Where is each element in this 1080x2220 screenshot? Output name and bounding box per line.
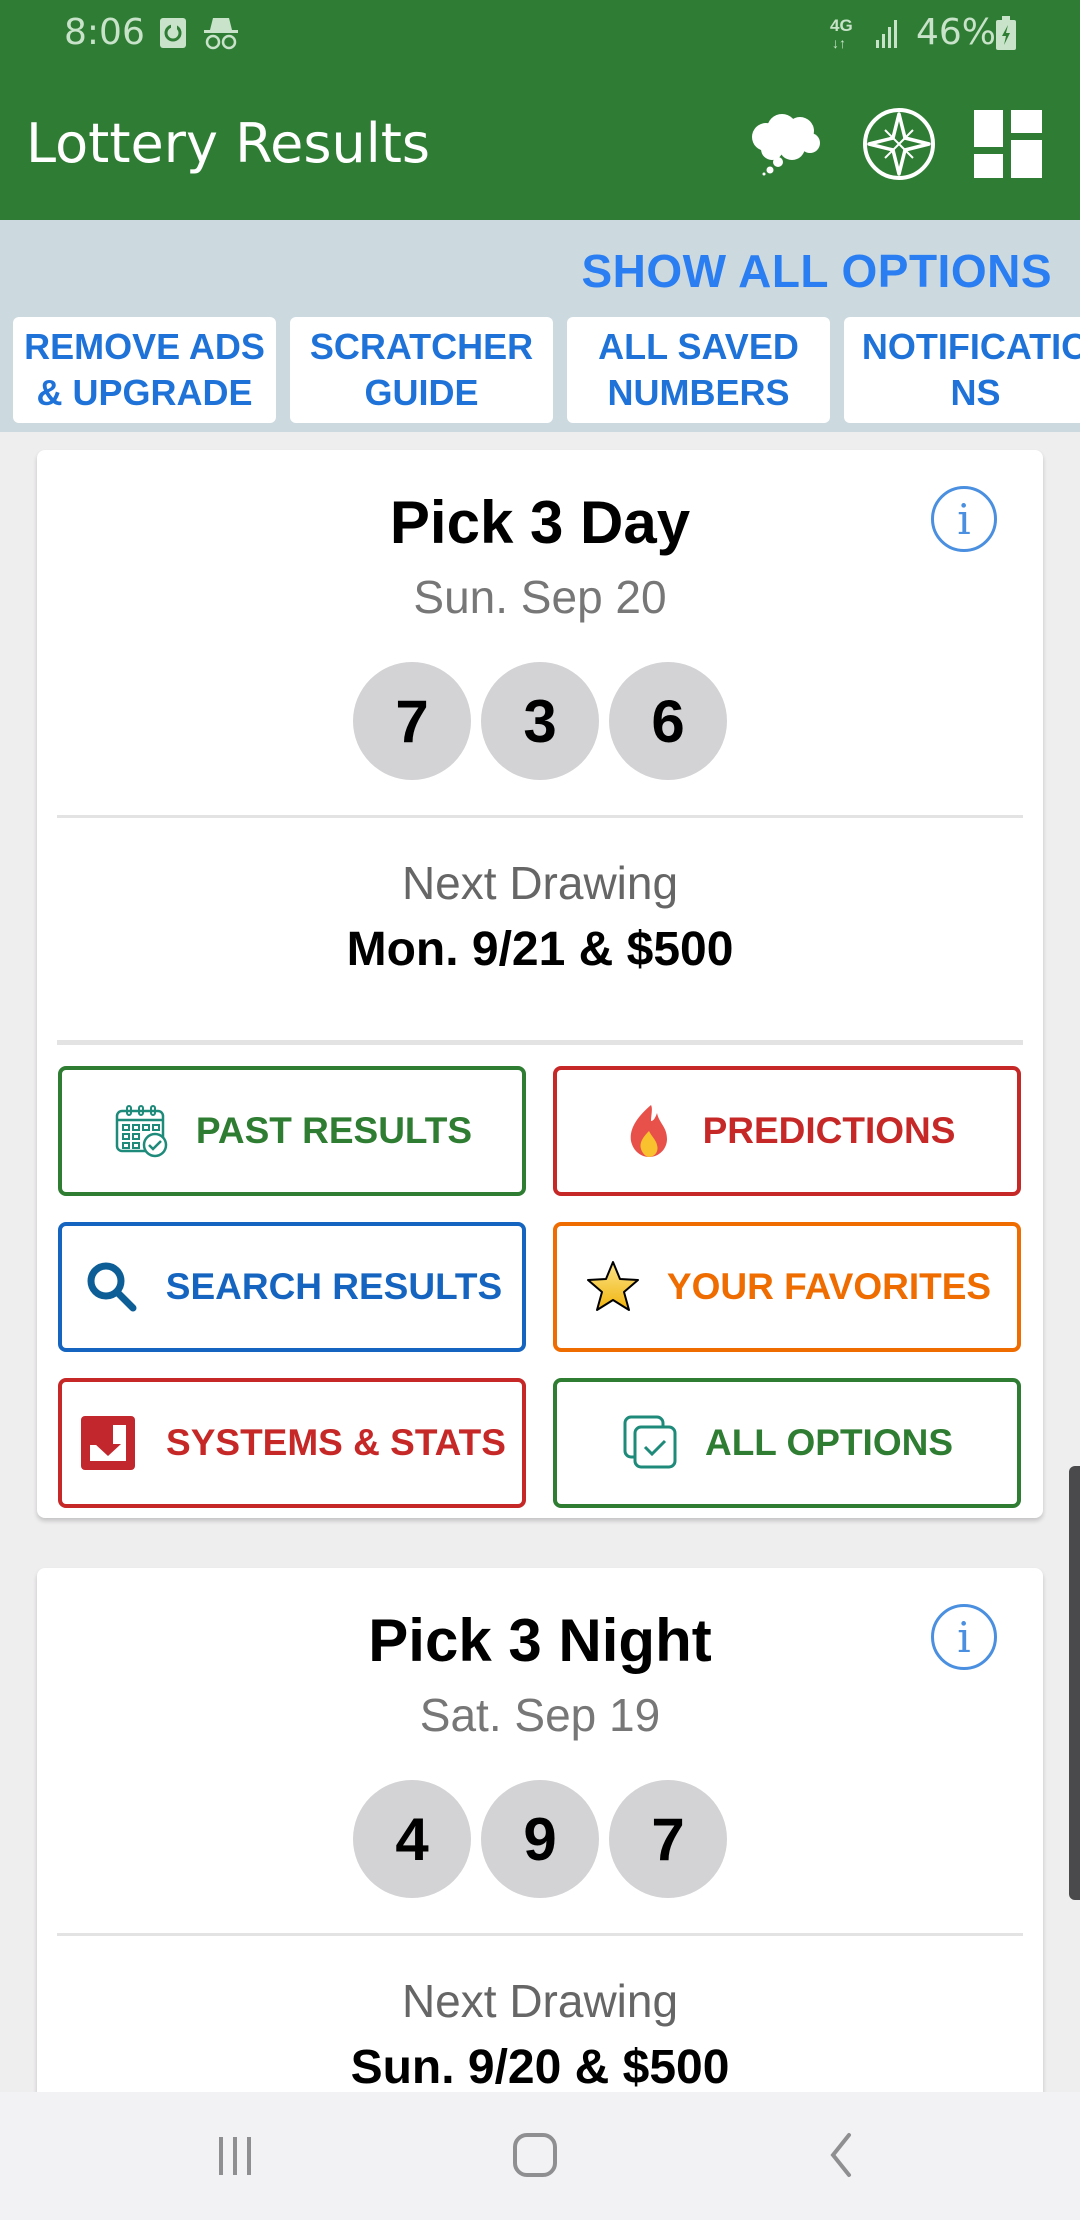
next-drawing-value: Mon. 9/21 & $500 [346, 923, 734, 976]
flame-icon [619, 1101, 679, 1161]
status-time: 8:06 [64, 12, 145, 53]
compass-button[interactable] [857, 104, 941, 188]
game-card-pick-3-night: Pick 3 Night i Sat. Sep 19 4 9 7 Next Dr… [37, 1568, 1043, 2092]
game-title: Pick 3 Night [368, 1607, 712, 1674]
info-icon: i [957, 1612, 971, 1662]
divider [57, 1040, 1023, 1045]
calendar-check-icon [112, 1101, 172, 1161]
thought-cloud-icon [744, 109, 824, 184]
systems-stats-label: SYSTEMS & STATS [166, 1422, 506, 1463]
past-results-button[interactable]: PAST RESULTS [58, 1066, 526, 1196]
search-icon [82, 1257, 142, 1317]
notifications-chip[interactable]: NOTIFICATIO NS [844, 317, 1080, 423]
recent-apps-icon [213, 2133, 257, 2182]
next-drawing-label: Next Drawing [401, 1975, 679, 2027]
scratcher-guide-chip[interactable]: SCRATCHER GUIDE [290, 317, 553, 423]
winning-numbers: 7 3 6 [37, 662, 1043, 780]
search-results-label: SEARCH RESULTS [165, 1266, 503, 1307]
back-button[interactable] [795, 2122, 885, 2192]
system-navigation-bar [0, 2092, 1080, 2220]
compass-icon [861, 106, 937, 187]
star-icon [583, 1257, 643, 1317]
notification-app-icon [160, 18, 186, 53]
search-results-button[interactable]: SEARCH RESULTS [58, 1222, 526, 1352]
svg-text:4G: 4G [830, 16, 853, 35]
draw-date: Sat. Sep 19 [419, 1689, 661, 1741]
past-results-label: PAST RESULTS [195, 1110, 473, 1151]
your-favorites-label: YOUR FAVORITES [666, 1266, 992, 1307]
systems-stats-button[interactable]: SYSTEMS & STATS [58, 1378, 526, 1508]
number-ball: 4 [353, 1780, 471, 1898]
recent-apps-button[interactable] [190, 2122, 280, 2192]
dashboard-button[interactable] [966, 104, 1050, 188]
home-button[interactable] [490, 2122, 580, 2192]
winning-numbers: 4 9 7 [37, 1780, 1043, 1898]
all-saved-numbers-chip[interactable]: ALL SAVED NUMBERS [567, 317, 830, 423]
dashboard-icon [974, 109, 1042, 183]
status-bar: 8:06 4G ↓↑ 46% [0, 0, 1080, 66]
divider [57, 815, 1023, 818]
show-all-options-link[interactable]: SHOW ALL OPTIONS [581, 244, 1052, 298]
number-ball: 3 [481, 662, 599, 780]
divider [57, 1933, 1023, 1936]
incognito-icon [203, 16, 239, 55]
multi-check-icon [621, 1413, 681, 1473]
top-app-bar: 8:06 4G ↓↑ 46% Lottery Results [0, 0, 1080, 220]
lte-signal-icon: 4G ↓↑ [830, 14, 904, 55]
draw-date: Sun. Sep 20 [413, 571, 667, 623]
battery-charging-icon [996, 16, 1016, 55]
info-button[interactable]: i [931, 486, 997, 552]
back-icon [825, 2132, 855, 2183]
your-favorites-button[interactable]: YOUR FAVORITES [553, 1222, 1021, 1352]
number-ball: 9 [481, 1780, 599, 1898]
predictions-label: PREDICTIONS [702, 1110, 956, 1151]
game-card-pick-3-day: Pick 3 Day i Sun. Sep 20 7 3 6 Next Draw… [37, 450, 1043, 1518]
number-ball: 7 [353, 662, 471, 780]
remove-ads-upgrade-chip[interactable]: REMOVE ADS & UPGRADE [13, 317, 276, 423]
info-icon: i [957, 494, 971, 544]
dream-button[interactable] [742, 104, 826, 188]
next-drawing-value: Sun. 9/20 & $500 [350, 2041, 730, 2092]
info-button[interactable]: i [931, 1604, 997, 1670]
all-options-button[interactable]: ALL OPTIONS [553, 1378, 1021, 1508]
scrollbar-thumb[interactable] [1069, 1466, 1080, 1900]
number-ball: 7 [609, 1780, 727, 1898]
results-list: Pick 3 Day i Sun. Sep 20 7 3 6 Next Draw… [0, 432, 1080, 2092]
home-icon [512, 2132, 558, 2183]
battery-percent: 46% [916, 12, 997, 53]
next-drawing-label: Next Drawing [401, 857, 679, 909]
number-ball: 6 [609, 662, 727, 780]
option-chips: REMOVE ADS & UPGRADE SCRATCHER GUIDE ALL… [13, 317, 1080, 423]
app-title: Lottery Results [26, 112, 431, 175]
all-options-label: ALL OPTIONS [704, 1422, 954, 1463]
options-strip: SHOW ALL OPTIONS REMOVE ADS & UPGRADE SC… [0, 220, 1080, 432]
game-title: Pick 3 Day [389, 489, 691, 556]
download-box-icon [78, 1413, 138, 1473]
predictions-button[interactable]: PREDICTIONS [553, 1066, 1021, 1196]
svg-text:↓↑: ↓↑ [832, 35, 846, 50]
